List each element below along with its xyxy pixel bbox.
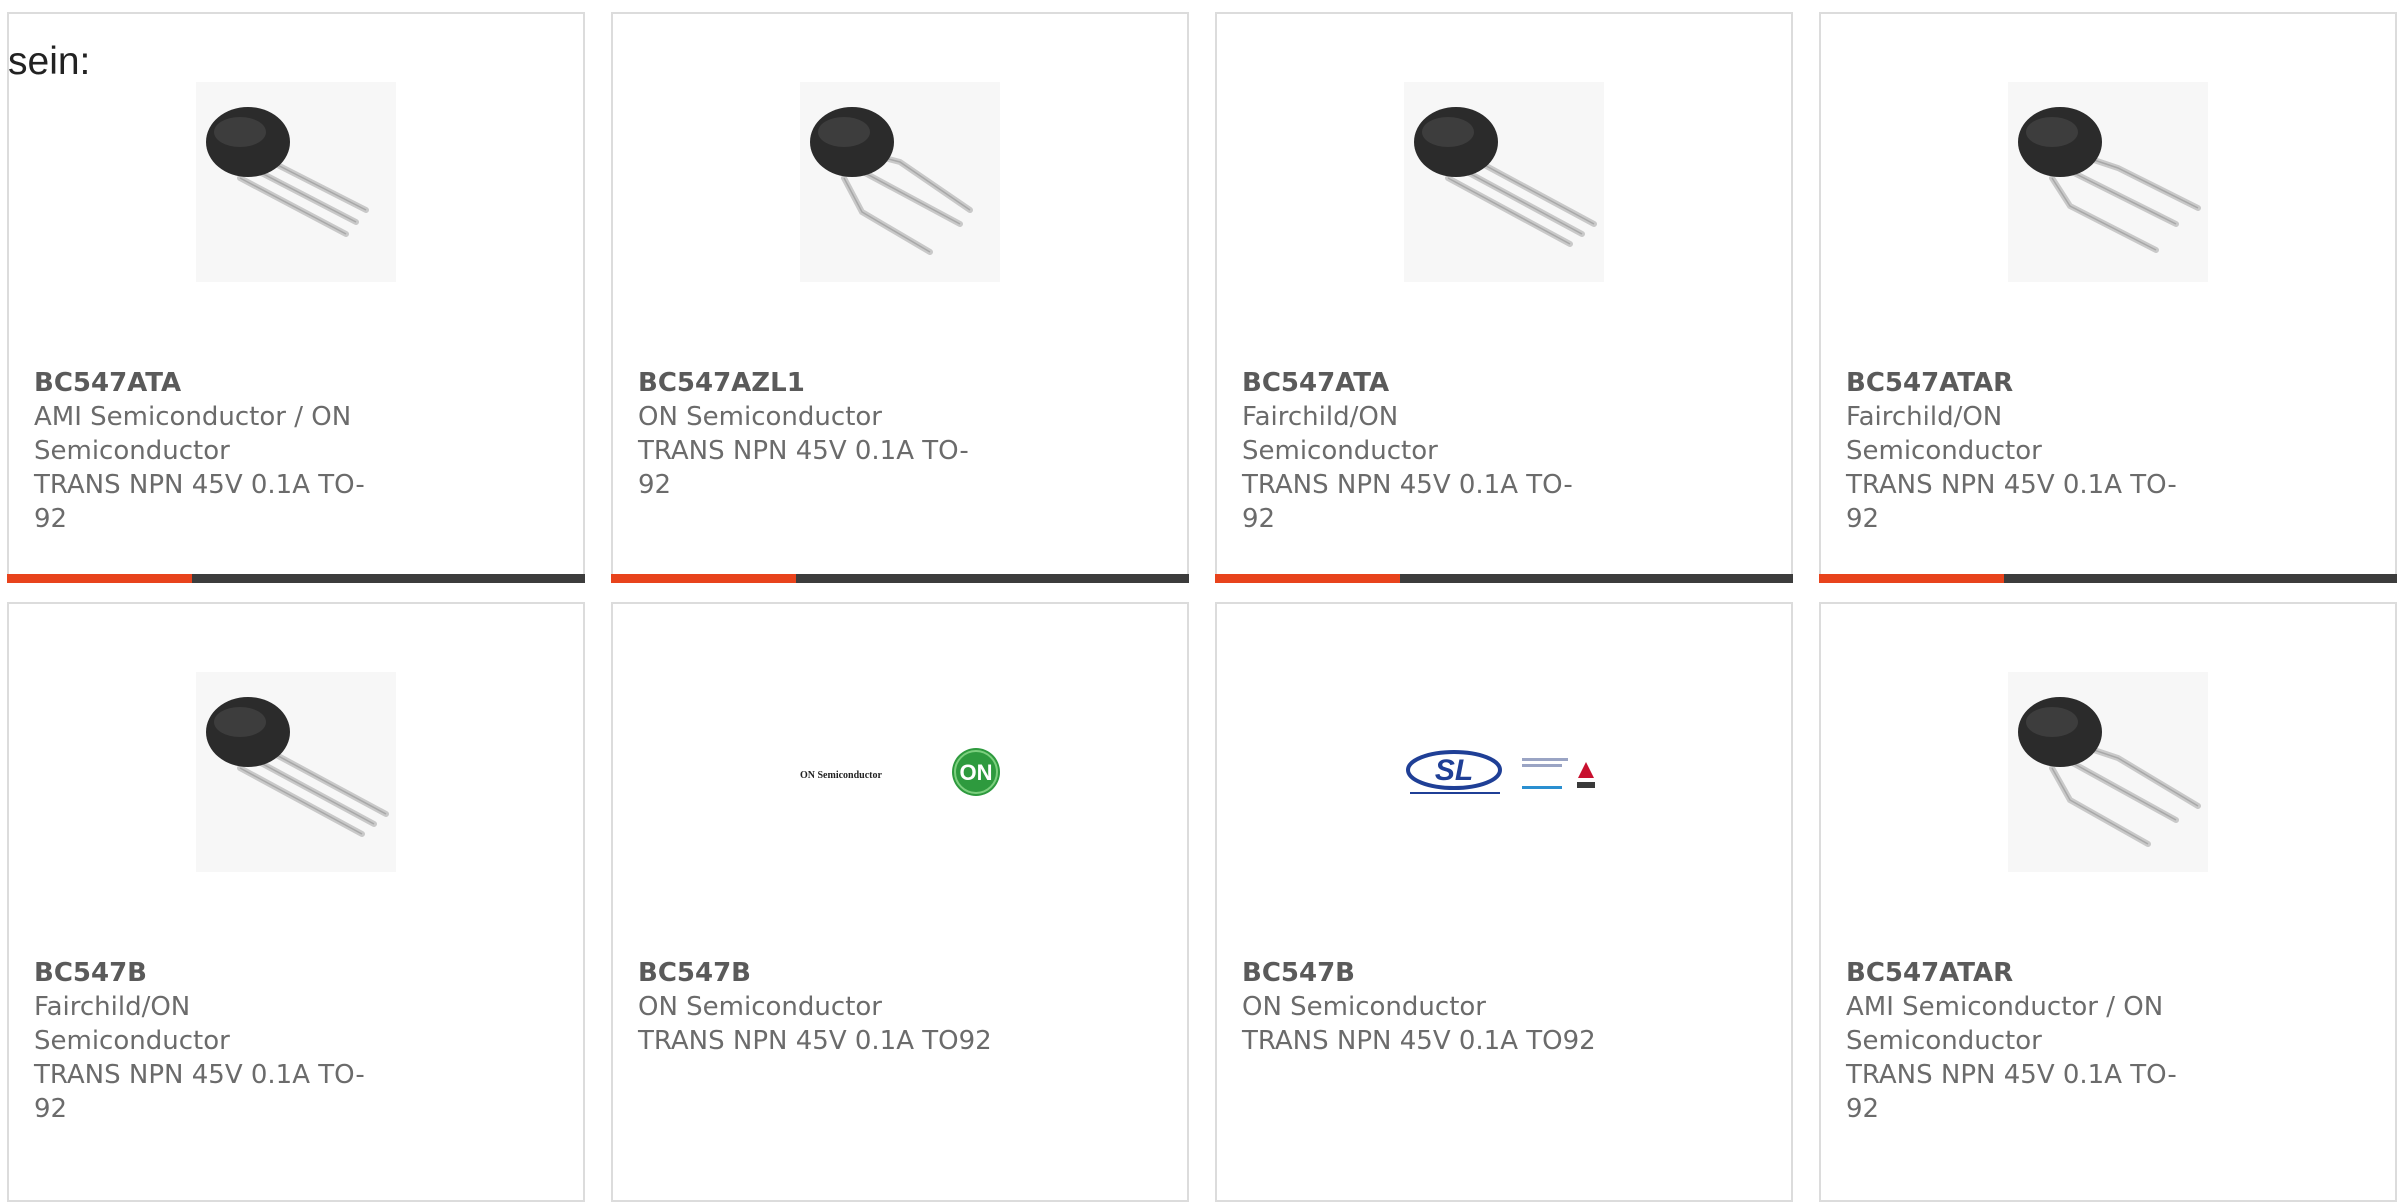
- transistor-to92-image: [196, 672, 396, 872]
- logo-text: SL: [1435, 754, 1473, 787]
- transistor-to92-image: [800, 82, 1000, 282]
- description: TRANS NPN 45V 0.1A TO92: [1242, 1026, 1596, 1056]
- on-semiconductor-logo: ON Semiconductor ON: [800, 672, 1000, 872]
- product-card[interactable]: BC547ATA AMI Semiconductor / ON Semicond…: [7, 12, 585, 583]
- product-image[interactable]: SL: [1217, 672, 1791, 872]
- part-number[interactable]: BC547ATA: [34, 366, 394, 400]
- card-footer-bar: [7, 574, 585, 583]
- product-card[interactable]: ON Semiconductor ON BC547B ON Semiconduc…: [611, 602, 1189, 1202]
- manufacturer: Fairchild/ON Semiconductor: [1242, 402, 1438, 466]
- product-image[interactable]: [613, 82, 1187, 282]
- part-number[interactable]: BC547ATA: [1242, 366, 1602, 400]
- manufacturer: ON Semiconductor: [638, 992, 882, 1022]
- description: TRANS NPN 45V 0.1A TO-92: [1846, 1060, 2177, 1124]
- description: TRANS NPN 45V 0.1A TO-92: [34, 470, 365, 534]
- manufacturer: ON Semiconductor: [638, 402, 882, 432]
- card-footer-bar: [1215, 574, 1793, 583]
- part-number[interactable]: BC547ATAR: [1846, 366, 2206, 400]
- intro-text: sein:: [8, 40, 91, 83]
- part-number[interactable]: BC547ATAR: [1846, 956, 2206, 990]
- accent-bar: [611, 574, 796, 583]
- logo-badge: ON: [960, 760, 993, 785]
- product-image[interactable]: [1821, 82, 2395, 282]
- product-image[interactable]: [9, 672, 583, 872]
- transistor-to92-image: [1404, 82, 1604, 282]
- accent-bar: [1819, 574, 2004, 583]
- product-card[interactable]: BC547ATAR AMI Semiconductor / ON Semicon…: [1819, 602, 2397, 1202]
- description: TRANS NPN 45V 0.1A TO-92: [638, 436, 969, 500]
- product-card[interactable]: BC547ATA Fairchild/ON Semiconductor TRAN…: [1215, 12, 1793, 583]
- manufacturer: AMI Semiconductor / ON Semiconductor: [1846, 992, 2164, 1056]
- sl-power-electronics-logo: SL: [1404, 672, 1604, 872]
- product-card[interactable]: BC547B Fairchild/ON Semiconductor TRANS …: [7, 602, 585, 1202]
- part-number[interactable]: BC547B: [34, 956, 394, 990]
- accent-bar: [7, 574, 192, 583]
- manufacturer: AMI Semiconductor / ON Semiconductor: [34, 402, 352, 466]
- part-number[interactable]: BC547B: [638, 956, 998, 990]
- logo-text: ON Semiconductor: [800, 770, 883, 781]
- product-image[interactable]: [9, 82, 583, 282]
- manufacturer: Fairchild/ON Semiconductor: [34, 992, 230, 1056]
- transistor-to92-image: [2008, 82, 2208, 282]
- product-image[interactable]: [1821, 672, 2395, 872]
- manufacturer: ON Semiconductor: [1242, 992, 1486, 1022]
- description: TRANS NPN 45V 0.1A TO92: [638, 1026, 992, 1056]
- product-image[interactable]: [1217, 82, 1791, 282]
- manufacturer: Fairchild/ON Semiconductor: [1846, 402, 2042, 466]
- card-footer-bar: [611, 574, 1189, 583]
- description: TRANS NPN 45V 0.1A TO-92: [34, 1060, 365, 1124]
- transistor-to92-image: [2008, 672, 2208, 872]
- part-number[interactable]: BC547B: [1242, 956, 1602, 990]
- product-image[interactable]: ON Semiconductor ON: [613, 672, 1187, 872]
- product-card[interactable]: BC547ATAR Fairchild/ON Semiconductor TRA…: [1819, 12, 2397, 583]
- description: TRANS NPN 45V 0.1A TO-92: [1242, 470, 1573, 534]
- description: TRANS NPN 45V 0.1A TO-92: [1846, 470, 2177, 534]
- product-card[interactable]: SL BC547B ON Semiconductor TRANS NPN 45V…: [1215, 602, 1793, 1202]
- transistor-to92-image: [196, 82, 396, 282]
- part-number[interactable]: BC547AZL1: [638, 366, 998, 400]
- product-card[interactable]: BC547AZL1 ON Semiconductor TRANS NPN 45V…: [611, 12, 1189, 583]
- accent-bar: [1215, 574, 1400, 583]
- card-footer-bar: [1819, 574, 2397, 583]
